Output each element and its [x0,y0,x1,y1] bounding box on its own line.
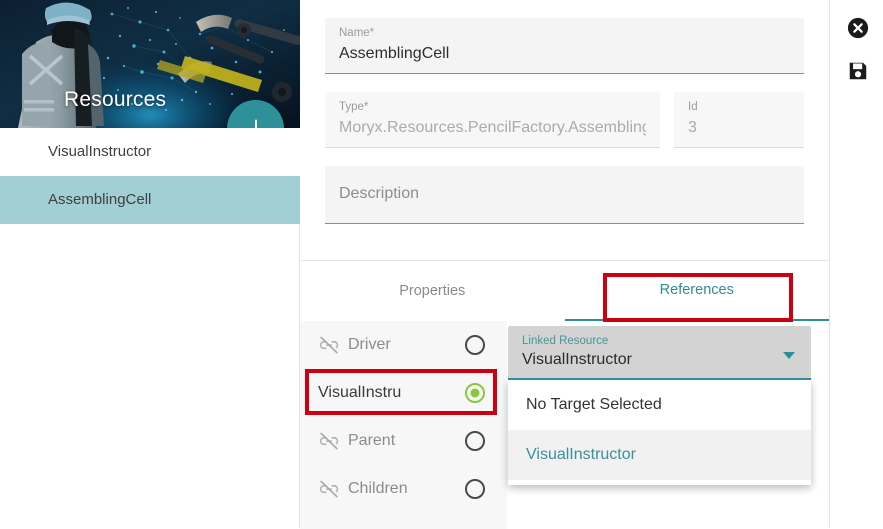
reference-row-children[interactable]: Children [300,465,507,513]
tab-references[interactable]: References [564,261,829,321]
resource-editor-app: Resources VisualInstructor AssemblingCel… [0,0,883,529]
action-rail [830,0,883,528]
reference-radio-selected[interactable] [465,383,485,403]
reference-label: Parent [348,432,396,449]
linked-resource-select[interactable]: Linked Resource VisualInstructor [508,326,811,380]
dropdown-option-visualinstructor[interactable]: VisualInstructor [508,430,811,480]
tab-properties[interactable]: Properties [300,261,565,321]
name-field[interactable]: Name* AssemblingCell [325,18,804,74]
refresh-icon[interactable] [247,19,269,41]
list-item-label: VisualInstructor [48,143,152,160]
linked-resource-options: No Target Selected VisualInstructor [508,380,811,485]
id-field: Id 3 [674,92,804,148]
reference-label: Driver [348,336,391,353]
id-field-label: Id [688,101,698,113]
chevron-down-icon[interactable] [783,352,795,359]
sidebar-hero-banner: Resources [0,0,300,128]
dropdown-option-label: No Target Selected [526,396,662,413]
description-field[interactable]: Description [325,166,804,224]
type-field-value: Moryx.Resources.PencilFactory.Assembling [339,119,646,136]
reference-radio[interactable] [465,335,485,355]
link-off-icon [318,334,340,356]
list-item[interactable]: AssemblingCell [0,176,300,224]
type-field: Type* Moryx.Resources.PencilFactory.Asse… [325,92,660,148]
resource-form: Name* AssemblingCell Type* Moryx.Resourc… [300,0,829,260]
linked-resource-value: VisualInstructor [522,351,632,368]
resources-list: VisualInstructor AssemblingCell [0,128,300,224]
linked-resource-dropdown: Linked Resource VisualInstructor No Targ… [508,326,811,485]
name-field-label: Name* [339,27,375,39]
references-list: Driver VisualInstru Parent Children [300,321,507,529]
save-icon[interactable] [847,60,869,82]
link-off-icon [318,430,340,452]
tab-references-label: References [659,282,734,298]
id-field-value: 3 [688,119,697,136]
detail-tabs: Properties References [300,260,829,321]
page-title: Resources [64,88,167,111]
reference-label: Children [348,480,408,497]
linked-resource-label: Linked Resource [522,335,609,347]
reference-label: VisualInstru [318,384,402,401]
reference-radio[interactable] [465,479,485,499]
reference-row-parent[interactable]: Parent [300,417,507,465]
dropdown-option-label: VisualInstructor [526,446,636,463]
close-icon[interactable] [847,17,869,39]
dropdown-option-no-target[interactable]: No Target Selected [508,380,811,430]
resources-sidebar: Resources VisualInstructor AssemblingCel… [0,0,300,528]
link-off-icon [318,478,340,500]
references-area: Driver VisualInstru Parent Children Link… [300,321,829,529]
type-id-row: Type* Moryx.Resources.PencilFactory.Asse… [325,92,804,148]
list-item[interactable]: VisualInstructor [0,128,300,176]
reference-row-visualinstructor[interactable]: VisualInstru [300,369,507,417]
resource-detail-panel: Name* AssemblingCell Type* Moryx.Resourc… [300,0,830,529]
list-item-label: AssemblingCell [48,191,152,208]
tab-properties-label: Properties [399,283,466,299]
type-field-label: Type* [339,101,369,113]
name-field-value: AssemblingCell [339,45,450,62]
reference-radio[interactable] [465,431,485,451]
description-field-placeholder: Description [339,185,420,202]
reference-row-driver[interactable]: Driver [300,321,507,369]
